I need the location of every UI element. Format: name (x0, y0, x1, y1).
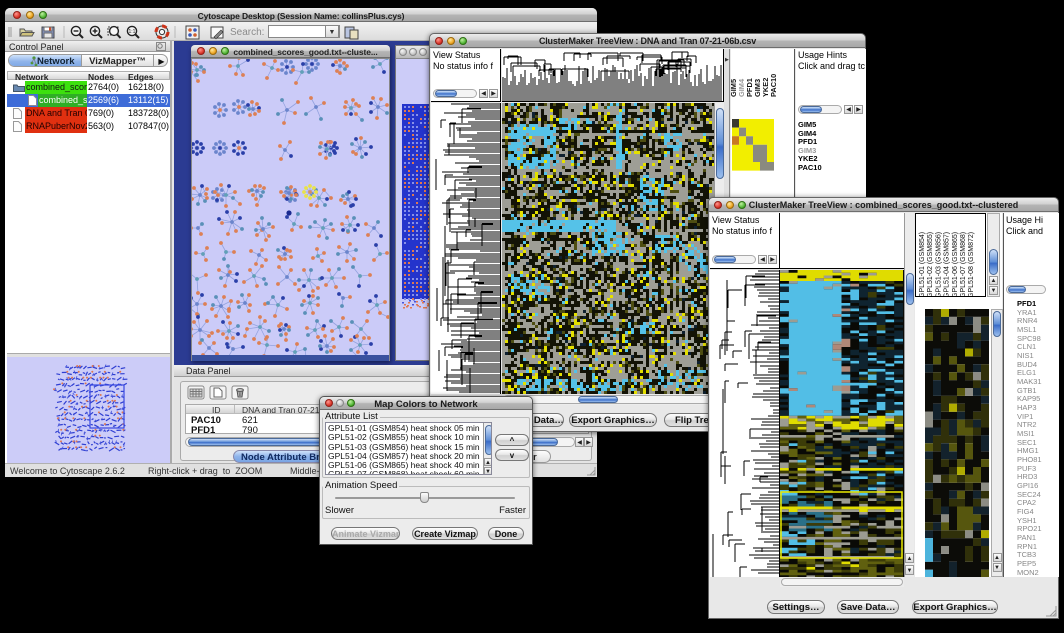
svg-text:GPL51-07 (GSM868): GPL51-07 (GSM868) (960, 232, 967, 297)
svg-text:PAC10: PAC10 (769, 74, 778, 97)
svg-text:GPL51-06 (GSM865): GPL51-06 (GSM865) (952, 232, 959, 297)
svg-text:GPL51-04 (GSM857): GPL51-04 (GSM857) (944, 232, 951, 297)
svg-text:GPL51-08 (GSM872): GPL51-08 (GSM872) (968, 232, 975, 297)
svg-text:GPL51-02 (GSM855): GPL51-02 (GSM855) (927, 232, 934, 297)
svg-text:GPL51-03 (GSM856): GPL51-03 (GSM856) (935, 232, 942, 297)
svg-text:GPL51-01 (GSM854): GPL51-01 (GSM854) (919, 232, 926, 297)
svg-text:1:1: 1:1 (129, 29, 136, 35)
